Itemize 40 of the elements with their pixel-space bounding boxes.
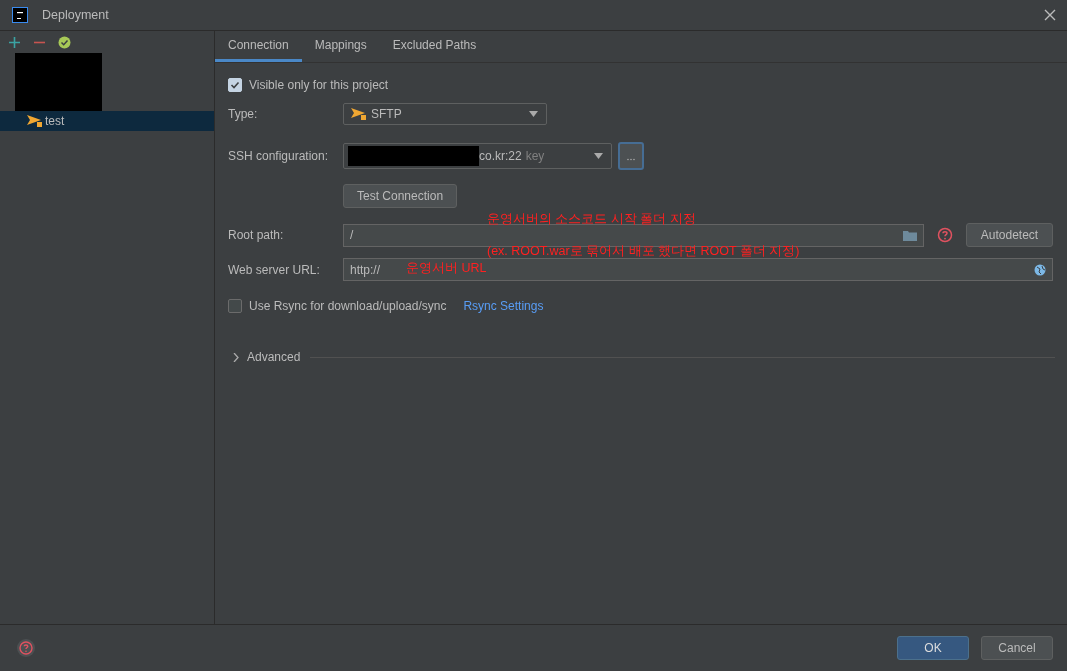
tab[interactable]: Connection bbox=[215, 31, 302, 62]
test-connection-button[interactable]: Test Connection bbox=[343, 184, 458, 208]
checkbox-label: Visible only for this project bbox=[249, 78, 389, 92]
tab[interactable]: Excluded Paths bbox=[379, 31, 490, 62]
ok-button[interactable]: OK bbox=[897, 636, 969, 660]
field-label: Type: bbox=[228, 107, 259, 121]
globe-icon bbox=[1034, 263, 1046, 276]
field-label: Web server URL: bbox=[228, 262, 321, 277]
checkbox-label: Use Rsync for download/upload/sync bbox=[249, 299, 447, 313]
help-icon bbox=[937, 227, 953, 243]
annotation-text: 운영서버의 소스코드 시작 폴더 지정 bbox=[487, 213, 696, 226]
tab[interactable]: Mappings bbox=[301, 31, 380, 62]
close-icon[interactable] bbox=[1043, 8, 1057, 22]
add-icon[interactable] bbox=[8, 35, 21, 49]
ellipsis-icon bbox=[627, 157, 635, 161]
ssh-config-dropdown[interactable]: co.kr:22 key bbox=[343, 143, 612, 169]
checkbox[interactable] bbox=[228, 299, 242, 313]
checkmark-icon bbox=[230, 80, 240, 90]
type-dropdown[interactable]: SFTP bbox=[343, 103, 547, 125]
annotation-text: (ex. ROOT.war로 묶어서 배포 했다면 ROOT 폴더 지정) bbox=[487, 245, 800, 258]
field-value: co.kr:22 bbox=[479, 149, 522, 163]
chevron-icon[interactable] bbox=[233, 352, 239, 362]
autodetect-button[interactable]: Autodetect bbox=[966, 223, 1053, 247]
sftp-icon bbox=[26, 114, 43, 128]
field-hint: key bbox=[525, 149, 546, 163]
annotation-text: 운영서버 URL bbox=[406, 262, 487, 275]
cancel-button[interactable]: Cancel bbox=[981, 636, 1053, 660]
folder-icon bbox=[903, 229, 917, 241]
rsync-settings-link[interactable]: Rsync Settings bbox=[463, 299, 544, 313]
section-title[interactable]: Advanced bbox=[247, 350, 301, 364]
window-title: Deployment bbox=[42, 8, 110, 22]
dropdown-arrow-icon bbox=[529, 111, 538, 117]
help-icon[interactable] bbox=[16, 638, 36, 658]
dropdown-arrow-icon bbox=[594, 153, 603, 159]
server-list-item[interactable]: test bbox=[0, 111, 214, 131]
check-badge-icon[interactable] bbox=[58, 35, 71, 49]
field-label: Root path: bbox=[228, 228, 285, 242]
app-logo-icon bbox=[12, 7, 28, 23]
field-label: SSH configuration: bbox=[228, 149, 330, 163]
sftp-icon bbox=[350, 107, 367, 121]
